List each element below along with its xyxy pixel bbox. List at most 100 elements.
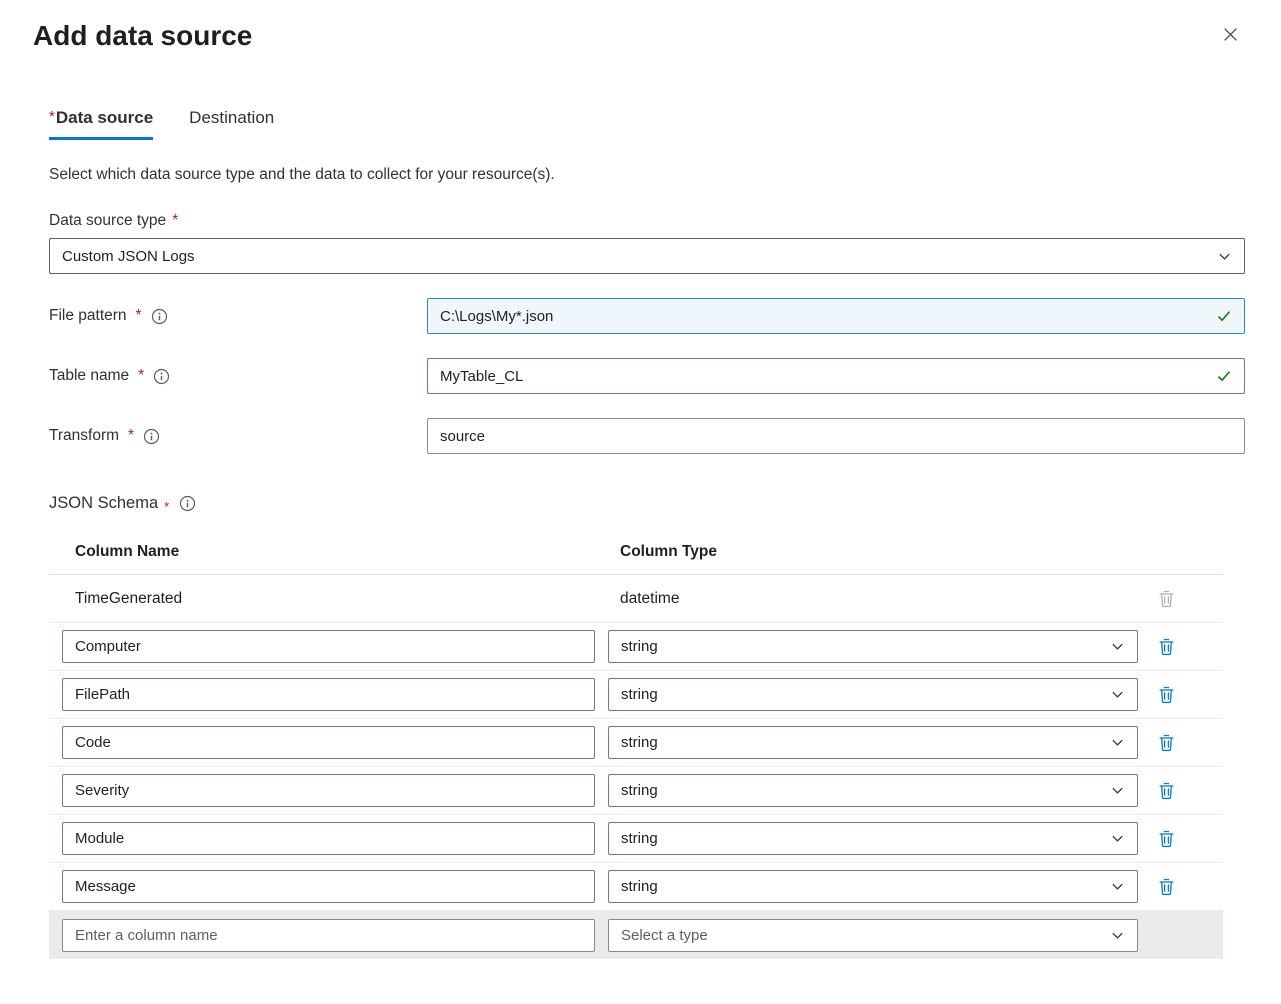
table-row: string — [49, 719, 1223, 767]
required-marker: * — [138, 367, 144, 385]
column-name-input[interactable] — [62, 678, 595, 711]
file-pattern-input-wrap — [427, 298, 1245, 334]
tab-data-source-label: Data source — [56, 108, 153, 127]
new-column-name-input[interactable] — [62, 919, 595, 952]
transform-label-group: Transform * — [49, 427, 427, 445]
info-icon[interactable] — [153, 368, 170, 385]
trash-icon — [1157, 685, 1176, 704]
transform-label: Transform — [49, 427, 119, 445]
data-source-type-label: Data source type — [49, 212, 166, 230]
column-type-select[interactable]: string — [608, 870, 1138, 903]
close-icon — [1222, 26, 1239, 43]
delete-row-button[interactable] — [1153, 681, 1180, 708]
required-marker: * — [172, 212, 178, 230]
required-marker: * — [136, 307, 142, 325]
page-title: Add data source — [33, 20, 252, 52]
chevron-down-icon — [1110, 783, 1125, 798]
tab-bar: *Data source Destination — [49, 108, 1245, 140]
trash-icon — [1157, 637, 1176, 656]
table-row: string — [49, 815, 1223, 863]
delete-row-button[interactable] — [1153, 825, 1180, 852]
trash-icon — [1157, 877, 1176, 896]
table-row: string — [49, 623, 1223, 671]
chevron-down-icon — [1110, 687, 1125, 702]
chevron-down-icon — [1110, 879, 1125, 894]
schema-rows-container: string string — [49, 623, 1223, 911]
table-row: string — [49, 767, 1223, 815]
transform-input[interactable] — [427, 418, 1245, 454]
column-type-select[interactable]: string — [608, 774, 1138, 807]
file-pattern-label-group: File pattern * — [49, 307, 427, 325]
table-row: string — [49, 671, 1223, 719]
column-type-value: string — [621, 830, 658, 847]
trash-icon — [1157, 829, 1176, 848]
table-name-input-wrap — [427, 358, 1245, 394]
file-pattern-label: File pattern — [49, 307, 127, 325]
column-type-select[interactable]: string — [608, 822, 1138, 855]
column-type-select[interactable]: string — [608, 630, 1138, 663]
chevron-down-icon — [1217, 249, 1232, 264]
description-text: Select which data source type and the da… — [49, 166, 1245, 184]
column-name-value: TimeGenerated — [49, 590, 608, 608]
info-icon[interactable] — [143, 428, 160, 445]
info-icon[interactable] — [179, 495, 196, 512]
delete-row-button[interactable] — [1153, 873, 1180, 900]
valid-check-icon — [1216, 368, 1232, 384]
table-row: string — [49, 863, 1223, 911]
column-type-select[interactable]: string — [608, 726, 1138, 759]
chevron-down-icon — [1110, 639, 1125, 654]
table-name-label-group: Table name * — [49, 367, 427, 385]
column-name-input[interactable] — [62, 726, 595, 759]
required-marker: * — [164, 499, 169, 514]
data-source-type-value: Custom JSON Logs — [62, 248, 195, 265]
transform-row: Transform * — [49, 418, 1245, 454]
delete-row-button[interactable] — [1153, 729, 1180, 756]
valid-check-icon — [1216, 308, 1232, 324]
chevron-down-icon — [1110, 831, 1125, 846]
column-type-value: datetime — [608, 590, 1151, 608]
column-name-input[interactable] — [62, 630, 595, 663]
schema-table-header: Column Name Column Type — [49, 529, 1223, 575]
column-name-input[interactable] — [62, 870, 595, 903]
table-row-timegenerated: TimeGenerated datetime — [49, 575, 1223, 623]
file-pattern-input[interactable] — [427, 298, 1245, 334]
new-column-row: Select a type — [49, 911, 1223, 959]
column-type-header: Column Type — [608, 543, 1151, 561]
column-name-input[interactable] — [62, 774, 595, 807]
delete-row-button[interactable] — [1153, 777, 1180, 804]
info-icon[interactable] — [151, 308, 168, 325]
close-button[interactable] — [1216, 20, 1245, 49]
column-name-input[interactable] — [62, 822, 595, 855]
column-type-value: string — [621, 782, 658, 799]
column-type-value: string — [621, 686, 658, 703]
tab-destination[interactable]: Destination — [189, 108, 274, 140]
panel-header: Add data source — [33, 12, 1245, 52]
new-column-type-placeholder: Select a type — [621, 927, 708, 944]
chevron-down-icon — [1110, 735, 1125, 750]
add-data-source-panel: Add data source *Data source Destination… — [0, 0, 1281, 999]
new-column-type-select[interactable]: Select a type — [608, 919, 1138, 952]
column-type-select[interactable]: string — [608, 678, 1138, 711]
trash-icon — [1157, 733, 1176, 752]
json-schema-label: JSON Schema — [49, 494, 158, 513]
json-schema-label-row: JSON Schema * — [49, 494, 1245, 513]
column-type-value: string — [621, 734, 658, 751]
delete-row-button[interactable] — [1153, 633, 1180, 660]
transform-input-wrap — [427, 418, 1245, 454]
file-pattern-row: File pattern * — [49, 298, 1245, 334]
trash-icon — [1157, 781, 1176, 800]
data-source-type-select[interactable]: Custom JSON Logs — [49, 238, 1245, 274]
table-name-label: Table name — [49, 367, 129, 385]
panel-content: *Data source Destination Select which da… — [33, 108, 1245, 959]
column-name-header: Column Name — [49, 543, 608, 561]
column-type-value: string — [621, 638, 658, 655]
delete-row-button — [1153, 585, 1180, 612]
required-marker: * — [49, 108, 55, 125]
schema-table: Column Name Column Type TimeGenerated da… — [49, 529, 1223, 959]
chevron-down-icon — [1110, 928, 1125, 943]
data-source-type-label-row: Data source type * — [49, 212, 1245, 230]
required-marker: * — [128, 427, 134, 445]
tab-data-source[interactable]: *Data source — [49, 108, 153, 140]
table-name-input[interactable] — [427, 358, 1245, 394]
table-name-row: Table name * — [49, 358, 1245, 394]
